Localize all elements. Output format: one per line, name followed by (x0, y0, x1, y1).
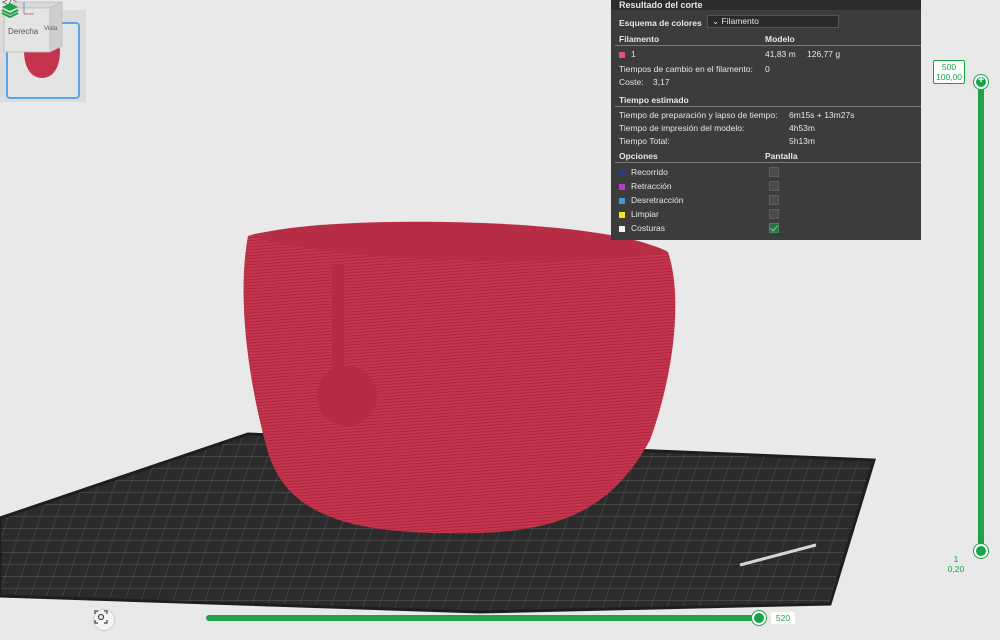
slice-result-panel: Resultado del corte ⌃ Esquema de colores… (611, 0, 921, 240)
filament-column-header: Filamento (619, 34, 660, 44)
option-item-desretraccion: Desretracción (619, 195, 683, 205)
option-label: Limpiar (631, 209, 659, 219)
change-times-label: Tiempos de cambio en el filamento: (619, 64, 753, 74)
fit-view-icon (94, 610, 108, 624)
filament-length: 41,83 m (765, 49, 796, 59)
display-checkbox-costuras[interactable] (769, 223, 779, 233)
total-time-value: 5h13m (789, 136, 815, 146)
option-label: Retracción (631, 181, 672, 191)
layer-top-number: 500 (941, 62, 957, 72)
model-column-header: Modelo (765, 34, 795, 44)
estimated-time-title: Tiempo estimado (619, 95, 689, 105)
layer-bottom-label: 1 0,20 (940, 552, 972, 576)
change-times-value: 0 (765, 64, 770, 74)
option-label: Recorrido (631, 167, 668, 177)
filament-row: 1 (619, 49, 636, 59)
collapse-icon[interactable]: ⌃ (909, 0, 917, 7)
move-slider-handle[interactable] (752, 611, 766, 625)
layer-bottom-height: 0,20 (947, 564, 965, 574)
chevron-down-icon: ⌄ (712, 16, 720, 26)
view-cube-side-label: Vista (44, 26, 58, 32)
color-scheme-value: Filamento (721, 16, 759, 26)
sliced-model (243, 225, 676, 534)
display-checkbox-retraccion[interactable] (769, 181, 779, 191)
filament-color-swatch (619, 51, 625, 58)
layer-top-label: 500 100,00 (933, 60, 965, 84)
filament-id: 1 (631, 49, 636, 59)
display-checkbox-limpiar[interactable] (769, 209, 779, 219)
option-label: Costuras (631, 223, 666, 233)
layer-slider-bottom-handle[interactable] (974, 544, 988, 558)
display-checkbox-recorrido[interactable] (769, 167, 779, 177)
cost-label: Coste: (619, 77, 644, 87)
option-swatch (619, 169, 625, 176)
option-swatch (619, 197, 625, 204)
option-item-recorrido: Recorrido (619, 167, 668, 177)
option-swatch (619, 225, 625, 232)
display-title: Pantalla (765, 151, 798, 161)
layer-slider-top-handle[interactable] (974, 75, 988, 89)
prep-time-value: 6m15s + 13m27s (789, 110, 855, 120)
color-scheme-dropdown[interactable]: ⌄ Filamento (707, 15, 839, 28)
layer-top-height: 100,00 (936, 72, 962, 82)
option-item-limpiar: Limpiar (619, 209, 659, 219)
panel-header: Resultado del corte ⌃ (611, 0, 921, 10)
option-item-retraccion: Retracción (619, 181, 672, 191)
option-item-costuras: Costuras (619, 223, 665, 233)
move-slider-track[interactable] (206, 615, 760, 621)
color-scheme-label: Esquema de colores (619, 18, 702, 28)
panel-title: Resultado del corte (619, 0, 703, 10)
display-checkbox-desretraccion[interactable] (769, 195, 779, 205)
model-print-time-value: 4h53m (789, 123, 815, 133)
layer-bottom-number: 1 (953, 554, 959, 564)
prep-time-label: Tiempo de preparación y lapso de tiempo: (619, 110, 778, 120)
cost-value: 3,17 (653, 77, 670, 87)
view-cube-front-label: Derecha (8, 27, 39, 36)
model-print-time-label: Tiempo de impresión del modelo: (619, 123, 745, 133)
layer-slider-track[interactable] (978, 80, 984, 552)
layers-icon[interactable] (0, 0, 20, 20)
move-slider-value: 520 (771, 612, 795, 624)
fit-view-button[interactable] (93, 609, 115, 631)
options-title: Opciones (619, 151, 658, 161)
total-time-label: Tiempo Total: (619, 136, 670, 146)
option-swatch (619, 211, 625, 218)
option-swatch (619, 183, 625, 190)
option-label: Desretracción (631, 195, 684, 205)
filament-weight: 126,77 g (807, 49, 841, 59)
3d-viewport[interactable]: </> 1 Resultado del corte ⌃ Esquema de c… (0, 0, 1000, 640)
